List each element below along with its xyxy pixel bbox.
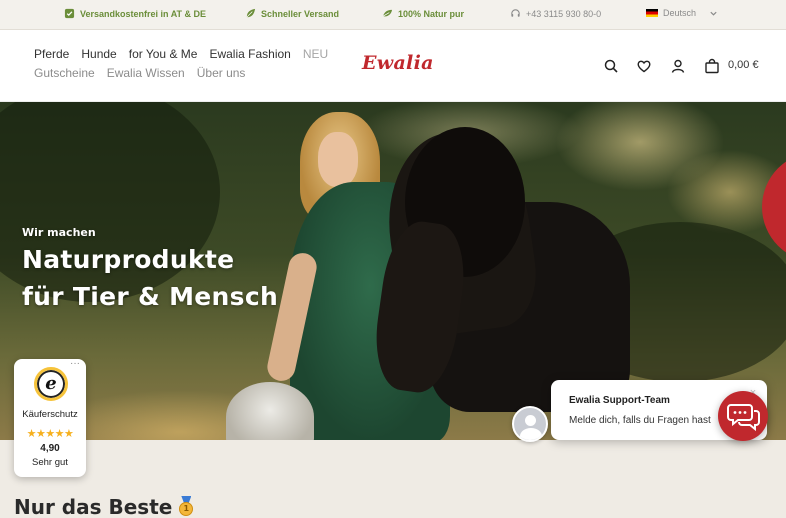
more-options-icon[interactable]: ···: [70, 359, 80, 369]
rating-stars: ★★★★★: [26, 428, 74, 440]
chat-title: Ewalia Support-Team: [569, 395, 670, 406]
content-section: Nur das Beste 1: [0, 440, 786, 518]
secondary-nav: Gutscheine Ewalia Wissen Über uns: [34, 66, 245, 80]
cart-icon[interactable]: [704, 58, 720, 74]
topbar-item-label: 100% Natur pur: [398, 8, 465, 19]
buyer-protection-label: Käuferschutz: [22, 409, 78, 420]
trusted-shops-badge[interactable]: ··· e Käuferschutz ★★★★★ 4,90 Sehr gut: [14, 359, 86, 477]
support-avatar: [512, 406, 548, 442]
section-title-text: Nur das Beste: [14, 495, 173, 518]
nav-item-for-you-me[interactable]: for You & Me: [129, 47, 198, 61]
top-info-bar: Versandkostenfrei in AT & DE Schneller V…: [0, 0, 786, 30]
nav-item-ewalia-fashion[interactable]: Ewalia Fashion: [209, 47, 290, 61]
nav-item-pferde[interactable]: Pferde: [34, 47, 69, 61]
topbar-item-fast-shipping: Schneller Versand: [245, 8, 339, 19]
user-icon[interactable]: [670, 58, 686, 74]
topbar-item-phone[interactable]: +43 3115 930 80-0: [510, 8, 601, 19]
medal-icon: 1: [178, 496, 194, 516]
trusted-shops-seal-icon: e: [34, 367, 68, 401]
cart-total[interactable]: 0,00 €: [728, 59, 759, 71]
chat-message: Melde dich, falls du Fragen hast: [569, 415, 711, 426]
topbar-item-label: Versandkostenfrei in AT & DE: [80, 8, 207, 19]
hero-headline-line1: Naturprodukte: [22, 245, 235, 274]
topbar-item-label: Schneller Versand: [261, 8, 340, 19]
topbar-item-natural: 100% Natur pur: [382, 8, 464, 19]
topbar-item-free-shipping: Versandkostenfrei in AT & DE: [64, 8, 206, 19]
site-logo[interactable]: Ewalia: [362, 52, 434, 74]
hero-headline-line2: für Tier & Mensch: [22, 282, 279, 311]
leaf-icon: [246, 8, 256, 18]
nav-item-gutscheine[interactable]: Gutscheine: [34, 66, 95, 80]
heart-icon[interactable]: [636, 58, 652, 74]
hero-kicker: Wir machen: [22, 226, 96, 239]
search-icon[interactable]: [603, 58, 619, 74]
language-selector[interactable]: Deutsch: [646, 8, 718, 18]
check-badge-icon: [64, 8, 75, 19]
chat-open-button[interactable]: [718, 391, 768, 441]
language-label: Deutsch: [663, 8, 697, 18]
rating-verdict: Sehr gut: [32, 457, 68, 468]
de-flag-icon: [646, 9, 658, 17]
rating-score: 4,90: [40, 443, 60, 454]
site-header: Pferde Hunde for You & Me Ewalia Fashion…: [0, 30, 786, 102]
primary-nav: Pferde Hunde for You & Me Ewalia Fashion…: [34, 47, 328, 61]
nav-item-hunde[interactable]: Hunde: [81, 47, 116, 61]
section-title: Nur das Beste 1: [14, 495, 194, 518]
headset-icon: [511, 9, 520, 17]
phone-number[interactable]: +43 3115 930 80-0: [526, 9, 601, 19]
chat-bubbles-icon: [727, 404, 760, 432]
nav-item-ewalia-wissen[interactable]: Ewalia Wissen: [107, 66, 185, 80]
nav-item-neu[interactable]: NEU: [303, 47, 328, 61]
nav-item-ueber-uns[interactable]: Über uns: [197, 66, 246, 80]
chevron-down-icon: [710, 11, 717, 16]
leaf-icon: [382, 9, 393, 17]
hero-woman-face: [318, 132, 358, 187]
seal-letter: e: [45, 373, 57, 394]
